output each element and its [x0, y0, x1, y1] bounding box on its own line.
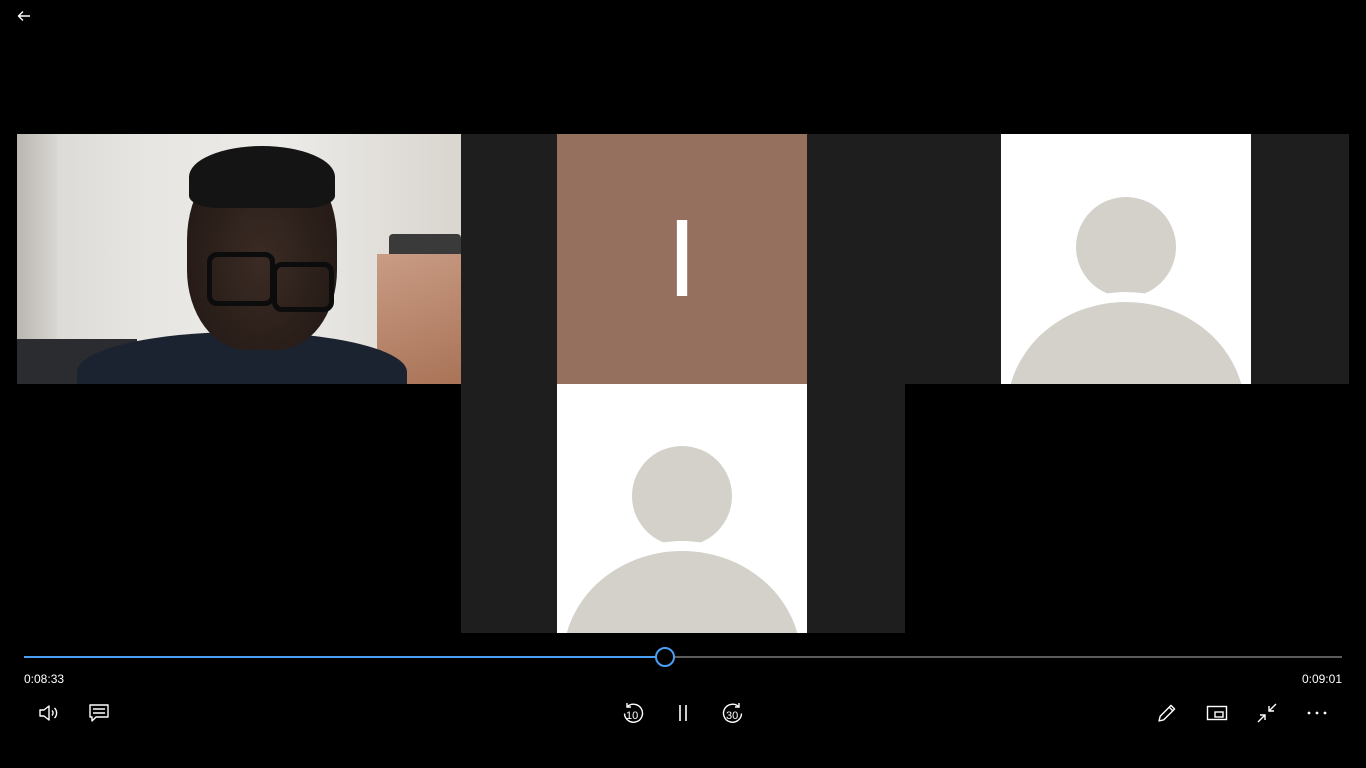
- exit-fullscreen-icon: [1257, 703, 1277, 723]
- total-time: 0:09:01: [1301, 672, 1342, 686]
- volume-icon: [39, 705, 58, 721]
- skip-back-button[interactable]: 10: [616, 697, 650, 729]
- captions-button[interactable]: [82, 697, 116, 729]
- skip-forward-button[interactable]: 30: [716, 697, 750, 729]
- participant-avatar-tile: [557, 384, 807, 633]
- seek-thumb[interactable]: [655, 647, 676, 667]
- more-icon: [1307, 711, 1327, 715]
- participant-camera-tile: [17, 134, 461, 384]
- participant-initial: I: [666, 197, 698, 320]
- edit-button[interactable]: [1150, 697, 1184, 729]
- pause-icon: [679, 705, 687, 721]
- avatar-body-icon: [1007, 292, 1245, 384]
- avatar-head-icon: [1076, 197, 1176, 297]
- volume-button[interactable]: [32, 697, 66, 729]
- avatar-head-icon: [632, 446, 732, 546]
- mini-view-icon: [1206, 705, 1228, 721]
- current-time: 0:08:33: [24, 672, 65, 686]
- skip-back-seconds: 10: [626, 710, 639, 722]
- captions-icon: [89, 704, 109, 722]
- mini-view-button[interactable]: [1200, 697, 1234, 729]
- pause-button[interactable]: [666, 697, 700, 729]
- skip-forward-seconds: 30: [726, 710, 739, 722]
- pencil-icon: [1158, 704, 1176, 722]
- more-options-button[interactable]: [1300, 697, 1334, 729]
- exit-fullscreen-button[interactable]: [1250, 697, 1284, 729]
- participant-avatar-tile: [1001, 134, 1251, 384]
- participant-initial-tile: I: [557, 134, 807, 384]
- avatar-body-icon: [563, 541, 801, 633]
- video-stage[interactable]: I: [0, 0, 1366, 640]
- seek-bar-progress: [24, 656, 666, 658]
